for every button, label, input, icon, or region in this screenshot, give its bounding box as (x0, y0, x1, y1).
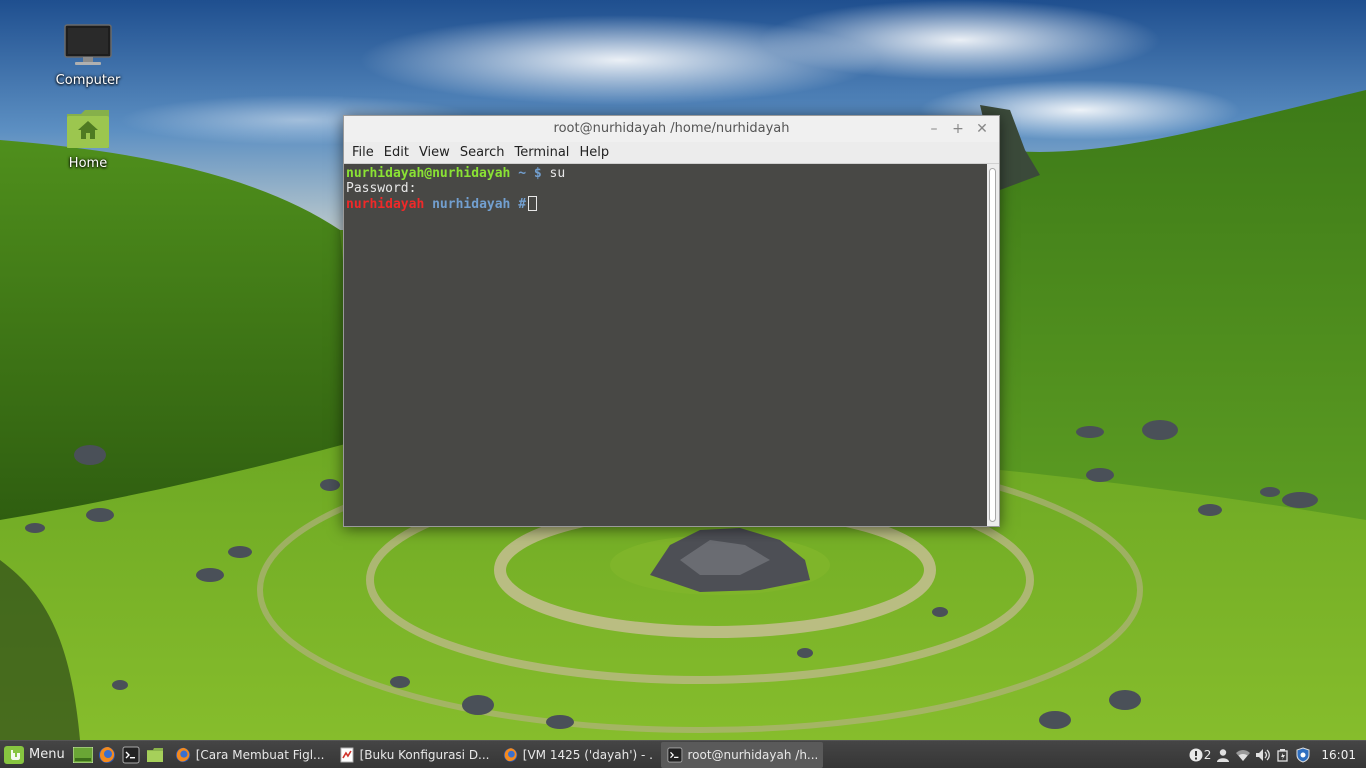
network-applet[interactable] (1233, 741, 1253, 768)
terminal-menubar: File Edit View Search Terminal Help (344, 142, 999, 164)
taskbar-window-label: [VM 1425 ('dayah') - ... (522, 747, 653, 762)
terminal-scrollbar[interactable] (987, 166, 998, 524)
desktop-icon-label: Home (68, 156, 108, 171)
close-icon[interactable]: ✕ (973, 120, 991, 138)
user-icon (1217, 749, 1230, 762)
files-icon (146, 747, 163, 762)
terminal-launcher[interactable] (119, 741, 143, 768)
window-titlebar[interactable]: root@nurhidayah /home/nurhidayah – + ✕ (344, 116, 999, 142)
battery-icon (1277, 749, 1289, 762)
menu-view[interactable]: View (414, 142, 455, 164)
show-desktop-icon (72, 746, 93, 763)
terminal-icon (122, 746, 140, 763)
terminal-line-3: nurhidayah nurhidayah # (346, 196, 985, 212)
menu-search[interactable]: Search (455, 142, 510, 164)
password-prompt: Password: (346, 181, 417, 196)
home-folder-icon (67, 110, 109, 148)
desktop-icon-label: Computer (55, 73, 121, 88)
taskbar-window-firefox-1[interactable]: [Cara Membuat Figl... (169, 742, 331, 768)
window-title: root@nurhidayah /home/nurhidayah (553, 121, 790, 136)
text-cursor (528, 196, 538, 211)
notification-icon (1189, 748, 1203, 762)
update-manager-applet[interactable] (1293, 741, 1313, 768)
maximize-icon[interactable]: + (949, 120, 967, 138)
show-desktop-launcher[interactable] (71, 741, 95, 768)
taskbar-window-label: [Cara Membuat Figl... (195, 747, 325, 762)
volume-applet[interactable] (1253, 741, 1273, 768)
taskbar-window-label: [Buku Konfigurasi D... (359, 747, 489, 762)
menu-terminal[interactable]: Terminal (509, 142, 574, 164)
start-menu-button[interactable]: Menu (0, 741, 71, 768)
terminal-icon (667, 747, 683, 762)
terminal-line-2: Password: (346, 181, 985, 196)
terminal-output[interactable]: nurhidayah@nurhidayah ~ $ su Password: n… (344, 164, 987, 526)
desktop-icon-computer[interactable]: Computer (43, 23, 133, 88)
prompt-user-host: nurhidayah@nurhidayah (346, 166, 511, 181)
system-tray: 2 16:01 (1186, 741, 1366, 768)
taskbar-window-firefox-2[interactable]: [VM 1425 ('dayah') - ... (497, 742, 659, 768)
desktop-icon-home[interactable]: Home (43, 108, 133, 171)
taskbar: Menu [Cara Membuat Figl... [Buku Konfigu… (0, 740, 1366, 768)
user-applet[interactable] (1213, 741, 1233, 768)
menu-file[interactable]: File (347, 142, 379, 164)
taskbar-window-terminal[interactable]: root@nurhidayah /h... (660, 741, 823, 768)
firefox-icon (503, 747, 517, 762)
document-icon (340, 747, 354, 762)
firefox-icon (175, 747, 190, 762)
taskbar-window-document[interactable]: [Buku Konfigurasi D... (333, 742, 495, 768)
menu-help[interactable]: Help (574, 142, 614, 164)
terminal-window[interactable]: root@nurhidayah /home/nurhidayah – + ✕ F… (343, 115, 1000, 527)
shield-icon (1296, 747, 1310, 763)
power-applet[interactable] (1273, 741, 1293, 768)
scrollbar-thumb[interactable] (989, 168, 996, 522)
notification-count: 2 (1203, 748, 1212, 762)
computer-icon (64, 24, 112, 65)
taskbar-window-label: root@nurhidayah /h... (687, 747, 817, 762)
minimize-icon[interactable]: – (925, 120, 943, 138)
clock[interactable]: 16:01 (1313, 748, 1366, 762)
root-prompt-host: nurhidayah (346, 197, 425, 212)
files-launcher[interactable] (143, 741, 167, 768)
volume-icon (1256, 749, 1271, 761)
menu-edit[interactable]: Edit (379, 142, 414, 164)
root-prompt-dir: nurhidayah # (432, 197, 527, 212)
wifi-icon (1236, 750, 1251, 761)
prompt-path: ~ $ (518, 166, 542, 181)
terminal-line-1: nurhidayah@nurhidayah ~ $ su (346, 166, 985, 181)
firefox-launcher[interactable] (95, 741, 119, 768)
notifications-button[interactable] (1186, 741, 1206, 768)
linux-mint-logo-icon (4, 745, 24, 764)
firefox-icon (98, 746, 115, 763)
command-text: su (541, 166, 566, 181)
menu-label: Menu (29, 747, 65, 762)
